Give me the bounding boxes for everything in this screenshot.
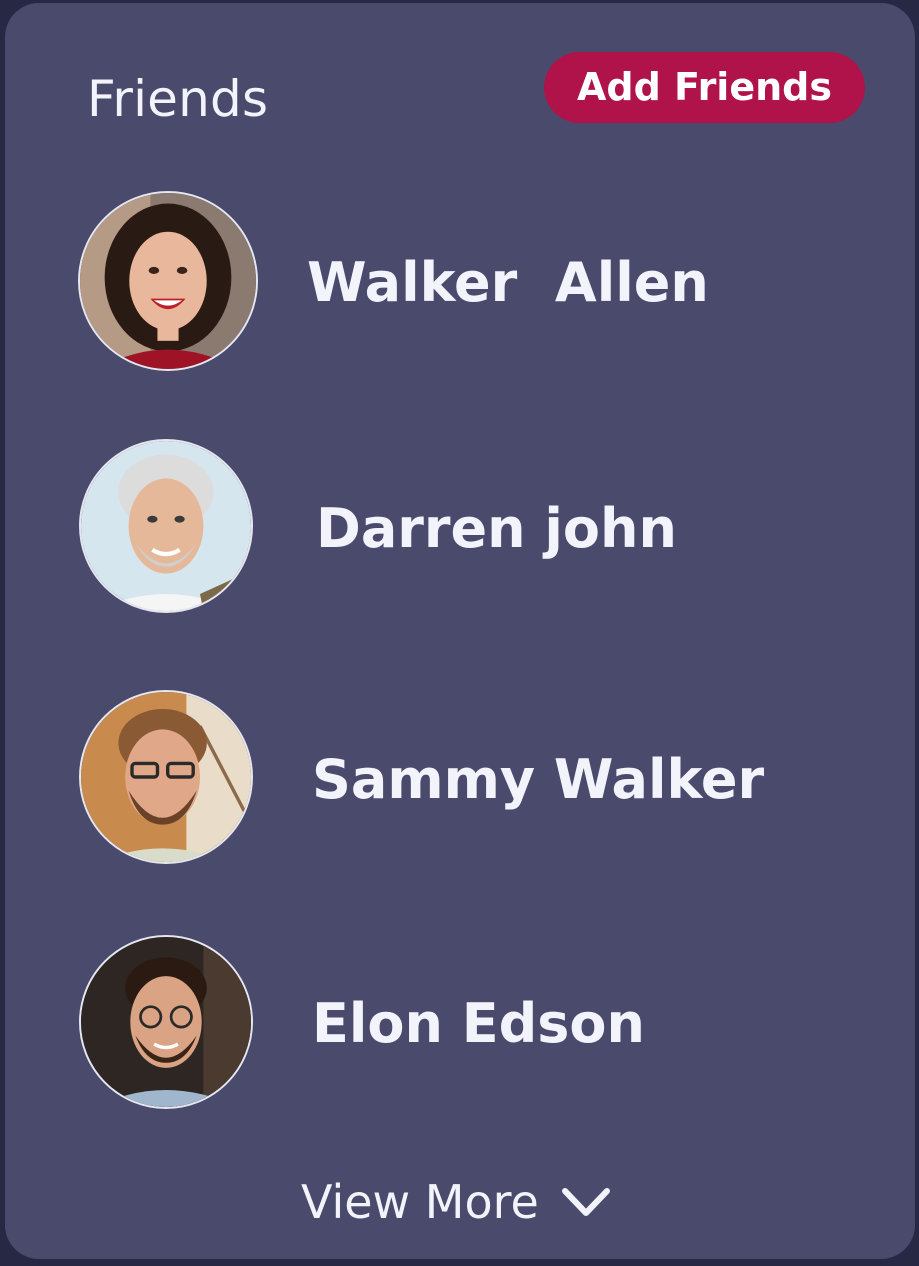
chevron-down-icon: [561, 1185, 611, 1219]
friend-list-item[interactable]: Darren john: [5, 439, 915, 619]
card-title: Friends: [87, 70, 269, 128]
friend-name: Elon Edson: [312, 992, 645, 1055]
friend-list-item[interactable]: Elon Edson: [5, 935, 915, 1115]
friends-card: Friends Add Friends Walker Allen Darren …: [5, 3, 915, 1259]
avatar: [79, 690, 253, 864]
view-more-button[interactable]: View More: [301, 1167, 611, 1237]
avatar: [78, 191, 258, 371]
friend-list-item[interactable]: Walker Allen: [5, 191, 915, 371]
view-more-label: View More: [301, 1175, 539, 1229]
add-friends-button[interactable]: Add Friends: [544, 52, 865, 123]
friend-list-item[interactable]: Sammy Walker: [5, 690, 915, 870]
friend-name: Walker Allen: [307, 251, 709, 314]
friend-name: Darren john: [316, 497, 677, 560]
avatar: [79, 439, 253, 613]
avatar: [79, 935, 253, 1109]
friend-name: Sammy Walker: [312, 748, 765, 811]
